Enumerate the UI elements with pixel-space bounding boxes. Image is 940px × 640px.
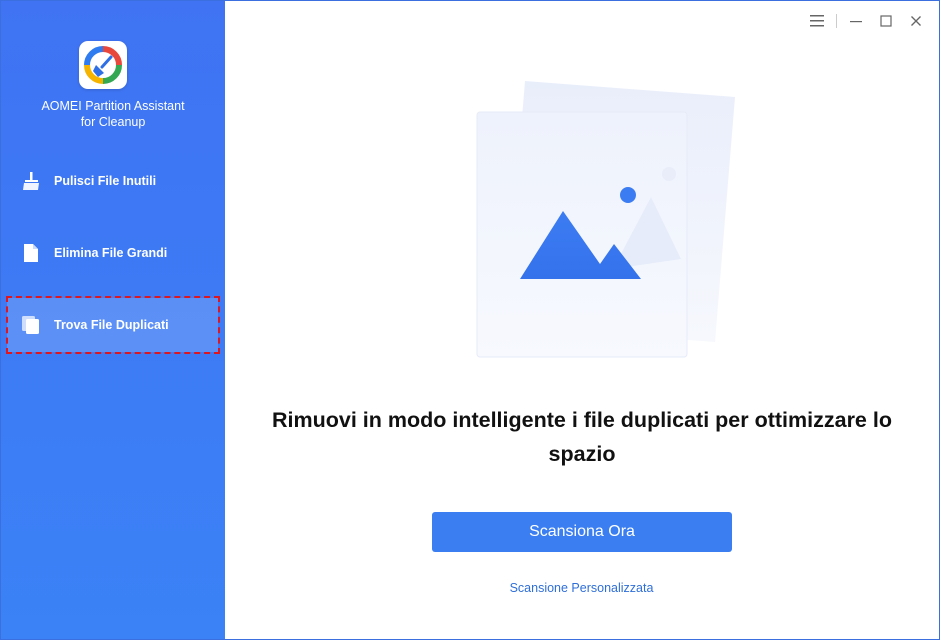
sidebar-item-delete-large-files[interactable]: Elimina File Grandi — [7, 226, 218, 280]
broom-icon — [21, 170, 41, 192]
sidebar: AOMEI Partition Assistant for Cleanup Pu… — [1, 1, 225, 639]
broom-cleanup-logo-icon — [84, 46, 122, 84]
title-bar-controls — [802, 1, 939, 41]
close-icon[interactable] — [901, 1, 931, 41]
headline-line2: spazio — [548, 442, 616, 466]
hamburger-menu-icon[interactable] — [802, 1, 832, 41]
file-icon — [21, 242, 41, 264]
duplicate-files-icon — [21, 314, 41, 336]
headline-line1: Rimuovi in modo intelligente i file dupl… — [272, 408, 892, 432]
page-headline: Rimuovi in modo intelligente i file dupl… — [226, 403, 938, 471]
app-logo — [79, 41, 127, 89]
duplicate-images-illustration — [463, 79, 753, 384]
app-name: AOMEI Partition Assistant for Cleanup — [1, 98, 225, 130]
sidebar-item-label: Elimina File Grandi — [54, 246, 168, 260]
sidebar-item-label: Pulisci File Inutili — [54, 174, 157, 188]
sidebar-item-clean-junk[interactable]: Pulisci File Inutili — [7, 154, 218, 208]
app-name-line2: for Cleanup — [80, 115, 146, 129]
minimize-icon[interactable] — [841, 1, 871, 41]
title-bar-divider — [836, 14, 837, 28]
app-window: AOMEI Partition Assistant for Cleanup Pu… — [0, 0, 940, 640]
maximize-icon[interactable] — [871, 1, 901, 41]
custom-scan-link[interactable]: Scansione Personalizzata — [431, 581, 732, 595]
sidebar-item-label: Trova File Duplicati — [54, 318, 169, 332]
app-name-line1: AOMEI Partition Assistant — [41, 99, 185, 113]
sidebar-item-find-duplicates[interactable]: Trova File Duplicati — [7, 298, 218, 352]
scan-now-button[interactable]: Scansiona Ora — [432, 512, 732, 552]
